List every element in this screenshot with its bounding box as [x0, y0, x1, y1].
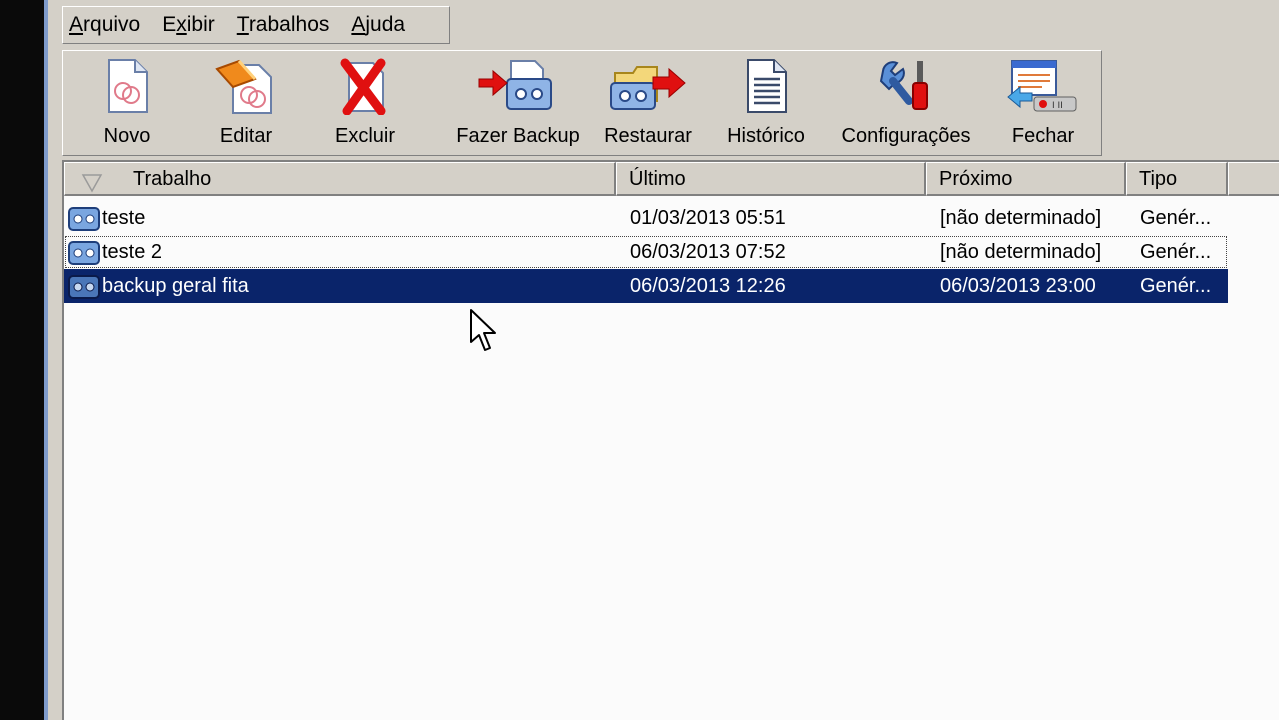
job-next-run: [não determinado]	[940, 241, 1102, 263]
job-last-run: 06/03/2013 12:26	[630, 275, 786, 297]
column-header-filler	[1228, 162, 1279, 196]
backup-job-icon	[68, 241, 100, 265]
job-name: teste 2	[102, 241, 163, 263]
job-name: teste	[102, 207, 146, 229]
job-last-run: 06/03/2013 07:52	[630, 241, 786, 263]
menu-bar: Arquivo Exibir Trabalhos Ajuda	[62, 6, 450, 44]
delete-icon	[340, 58, 386, 115]
settings-button[interactable]: Configurações	[842, 57, 970, 149]
svg-text:I II: I II	[1052, 101, 1063, 111]
jobs-list: Trabalho Último Próximo Tipo teste 01/03…	[62, 160, 1279, 720]
close-button[interactable]: I II Fechar	[1003, 57, 1083, 149]
new-button[interactable]: Novo	[97, 57, 157, 149]
restore-button[interactable]: Restaurar	[603, 57, 693, 149]
toolbar: Novo Editar Excluir Fazer Backup Restaur…	[62, 50, 1102, 156]
job-type: Genér...	[1140, 275, 1212, 297]
restore-tape-icon	[610, 66, 686, 110]
sort-down-icon	[81, 174, 103, 193]
menu-ajuda[interactable]: Ajuda	[351, 13, 405, 37]
column-header-label: Último	[629, 168, 686, 190]
table-row[interactable]: teste 2 06/03/2013 07:52 [não determinad…	[64, 235, 1228, 269]
settings-button-label: Configurações	[841, 125, 971, 147]
mouse-cursor-icon	[470, 309, 496, 351]
menu-arquivo[interactable]: Arquivo	[69, 13, 140, 37]
history-button[interactable]: Histórico	[727, 57, 805, 149]
delete-button[interactable]: Excluir	[335, 57, 395, 149]
menu-trabalhos[interactable]: Trabalhos	[237, 13, 330, 37]
backup-job-icon	[68, 207, 100, 231]
backup-job-icon	[68, 275, 100, 299]
column-header-label: Tipo	[1139, 168, 1178, 190]
table-row[interactable]: teste 01/03/2013 05:51 [não determinado]…	[64, 201, 1228, 235]
backup-tape-icon	[478, 60, 552, 110]
job-name: backup geral fita	[102, 275, 249, 297]
wrench-screwdriver-icon	[879, 61, 928, 110]
edit-button[interactable]: Editar	[211, 57, 281, 149]
delete-button-label: Excluir	[334, 125, 395, 147]
new-button-label: Novo	[103, 125, 151, 147]
column-header-label: Próximo	[939, 168, 1013, 190]
job-next-run: 06/03/2013 23:00	[940, 275, 1096, 297]
column-header-tipo[interactable]: Tipo	[1126, 162, 1228, 196]
app-window: Arquivo Exibir Trabalhos Ajuda Novo Edit…	[44, 0, 1279, 720]
job-type: Genér...	[1140, 207, 1212, 229]
edit-button-label: Editar	[219, 125, 273, 147]
menu-exibir[interactable]: Exibir	[162, 13, 215, 37]
column-header-proximo[interactable]: Próximo	[926, 162, 1126, 196]
new-document-icon	[108, 59, 148, 113]
table-row-selected[interactable]: backup geral fita 06/03/2013 12:26 06/03…	[64, 269, 1228, 303]
job-next-run: [não determinado]	[940, 207, 1102, 229]
job-type: Genér...	[1140, 241, 1212, 263]
history-document-icon	[747, 59, 787, 113]
close-window-icon: I II	[1007, 60, 1077, 112]
column-header-ultimo[interactable]: Último	[616, 162, 926, 196]
close-button-label: Fechar	[1011, 125, 1075, 147]
edit-document-icon	[215, 59, 272, 114]
backup-button[interactable]: Fazer Backup	[456, 57, 580, 149]
restore-button-label: Restaurar	[604, 125, 692, 147]
history-button-label: Histórico	[727, 125, 805, 147]
backup-button-label: Fazer Backup	[456, 125, 580, 147]
job-last-run: 01/03/2013 05:51	[630, 207, 786, 229]
column-header-label: Trabalho	[133, 168, 212, 190]
list-header: Trabalho Último Próximo Tipo	[64, 162, 1279, 196]
column-header-trabalho[interactable]: Trabalho	[64, 162, 616, 196]
